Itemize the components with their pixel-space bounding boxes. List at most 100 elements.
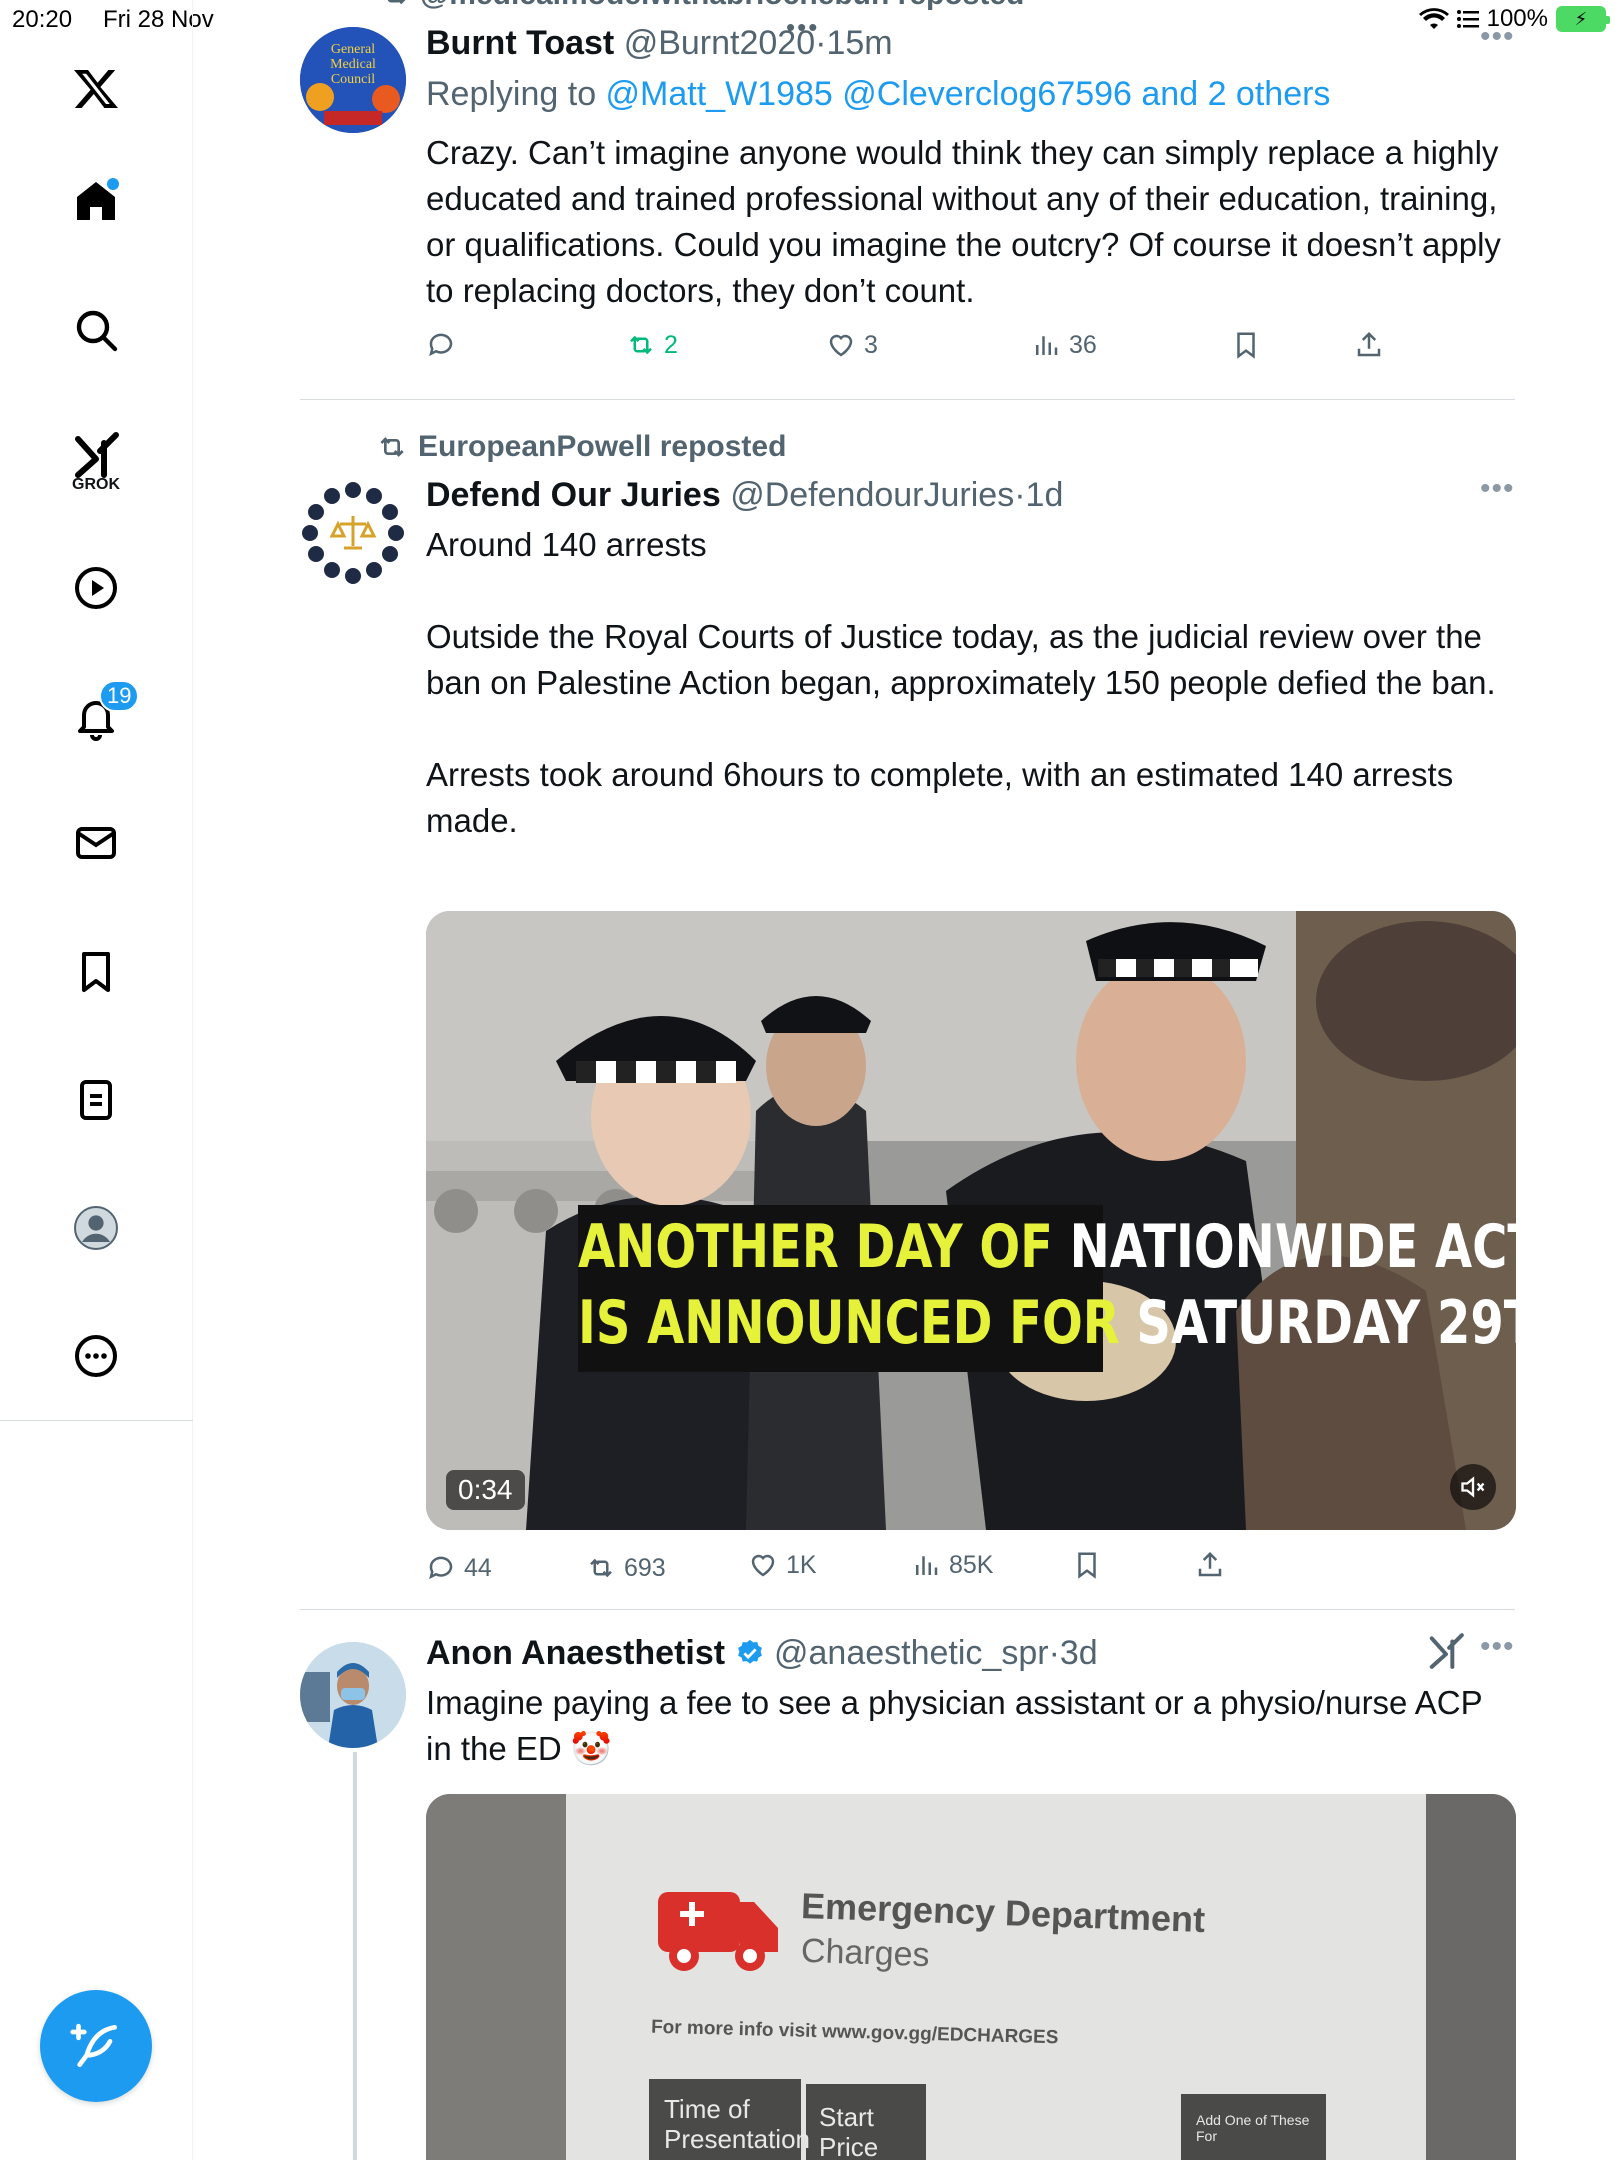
tweet-header: Burnt Toast @Burnt2020·15m [426,24,893,63]
grok-icon[interactable]: GROK [71,430,121,493]
dot-separator: · [815,24,827,62]
avatar[interactable] [300,1642,406,1748]
handle[interactable]: @Burnt2020 [624,24,815,62]
tweet-anon-anaesthetist[interactable]: Anon Anaesthetist @anaesthetic_spr·3d ••… [300,1610,1516,2160]
caption-line2-highlight: IS ANNOUNCED FOR [578,1288,1137,1358]
views-count: 36 [1069,330,1097,359]
caption-line-1: ANOTHER DAY OF NATIONWIDE ACTIONS [578,1212,1516,1282]
timestamp[interactable]: 15m [826,24,892,62]
more-menu-icon[interactable]: ••• [1480,1630,1515,1664]
profile-avatar-icon[interactable] [71,1203,121,1253]
tweet-burnt-toast[interactable]: General Medical Council Burnt Toast @Bur… [300,0,1515,400]
tweet-image[interactable]: Emergency Department Charges For more in… [426,1794,1516,2160]
repost-button[interactable]: 693 [586,1553,666,1583]
reply-button[interactable]: 44 [426,1553,492,1583]
avatar[interactable]: General Medical Council [300,27,406,133]
tweet-text: Imagine paying a fee to see a physician … [426,1684,1492,1767]
tweet-header: Defend Our Juries @DefendourJuries·1d [426,476,1063,515]
heart-icon [829,334,853,357]
caption-line-2: IS ANNOUNCED FOR SATURDAY 29TH [578,1288,1516,1358]
lists-icon[interactable] [71,1075,121,1125]
compose-feather-icon [70,2023,117,2067]
dot-separator: · [1014,476,1026,514]
tweet-header: Anon Anaesthetist @anaesthetic_spr·3d [426,1634,1098,1673]
handle[interactable]: @anaesthetic_spr [774,1634,1049,1672]
replying-prefix: Replying to [426,75,606,113]
like-count: 3 [864,330,878,359]
share-button[interactable] [1354,330,1384,360]
display-name[interactable]: Burnt Toast [426,24,614,62]
x-logo-icon[interactable] [71,64,121,114]
avatar-text-1: General [331,42,375,57]
tweet-text: Around 140 arrests Outside the Royal Cou… [426,526,1496,839]
views-button[interactable]: 85K [911,1550,993,1580]
home-unread-dot [107,178,119,190]
notifications-bell-icon[interactable]: 19 [71,680,140,742]
views-chart-icon [916,1556,938,1575]
sidebar: GROK 19 [0,0,193,2160]
display-name[interactable]: Anon Anaesthetist [426,1634,725,1672]
repost-icon [630,335,652,355]
sign-subtitle: Charges [800,1931,931,1975]
bookmark-button[interactable] [1231,330,1261,360]
bookmark-icon [1078,1552,1096,1579]
display-name[interactable]: Defend Our Juries [426,476,721,514]
image-background [426,1794,1516,2160]
reply-count: 44 [464,1553,492,1582]
compose-post-button[interactable] [40,1990,152,2102]
more-menu-icon[interactable]: ••• [1480,20,1515,54]
notifications-badge: 19 [99,680,140,712]
timestamp[interactable]: 3d [1060,1634,1098,1672]
replying-line: Replying to @Matt_W1985 @Cleverclog67596… [426,75,1330,114]
views-button[interactable]: 36 [1031,330,1097,360]
sign-col-time: Time of Presentation [664,2094,810,2154]
replying-to-links[interactable]: @Matt_W1985 @Cleverclog67596 and 2 other… [606,75,1331,113]
tweet-actions: 2 3 36 [426,330,1516,370]
heart-icon [751,1554,775,1577]
reply-icon [429,1556,453,1580]
video-icon[interactable] [71,563,121,613]
like-button[interactable]: 3 [826,330,878,360]
share-icon [1198,1551,1222,1577]
like-button[interactable]: 1K [748,1550,817,1580]
share-icon [1357,331,1381,357]
tweet-text: Crazy. Can’t imagine anyone would think … [426,134,1511,309]
search-icon[interactable] [71,305,121,355]
avatar-text-2: Medical [330,57,376,72]
mute-button[interactable] [1450,1464,1496,1510]
bookmarks-icon[interactable] [71,947,121,997]
handle[interactable]: @DefendourJuries [730,476,1014,514]
share-button[interactable] [1195,1550,1225,1580]
repost-icon [590,1558,612,1578]
timestamp[interactable]: 1d [1026,476,1064,514]
sign-col-addon: Add One of These For [1196,2112,1310,2144]
tweet-defend-our-juries[interactable]: EuropeanPowell reposted Defend Our Jurie… [300,400,1516,1610]
sign-col-price: Start Price [819,2102,879,2160]
like-count: 1K [786,1550,817,1579]
home-icon[interactable] [71,176,121,226]
avatar-text-3: Council [331,72,375,87]
sidebar-separator [0,1420,193,1421]
bookmark-button[interactable] [1072,1550,1102,1580]
repost-button[interactable]: 2 [626,330,678,360]
caption-line1-rest: NATIONWIDE ACTIONS [1069,1212,1516,1282]
grok-explain-icon[interactable] [1427,1632,1465,1670]
reply-button[interactable] [426,330,456,360]
repost-icon [380,437,404,457]
caption-line1-highlight: ANOTHER DAY OF [578,1212,1070,1282]
video-duration: 0:34 [446,1470,525,1510]
messages-mail-icon[interactable] [71,818,121,868]
verified-badge-icon [737,1639,762,1664]
battery-icon: ⚡ [1556,6,1610,32]
views-chart-icon [1036,336,1058,355]
video-player[interactable]: ANOTHER DAY OF NATIONWIDE ACTIONS IS ANN… [426,911,1516,1530]
tweet-actions: 44 693 1K 85K [426,1550,1516,1593]
reply-icon [429,333,453,357]
grok-label: GROK [72,476,120,493]
more-options-icon[interactable] [71,1331,121,1381]
avatar[interactable] [300,480,406,586]
muted-speaker-icon [1461,1476,1485,1498]
reposted-by-text[interactable]: EuropeanPowell reposted [418,430,786,464]
more-menu-icon[interactable]: ••• [1480,472,1515,506]
repost-count: 2 [664,330,678,359]
